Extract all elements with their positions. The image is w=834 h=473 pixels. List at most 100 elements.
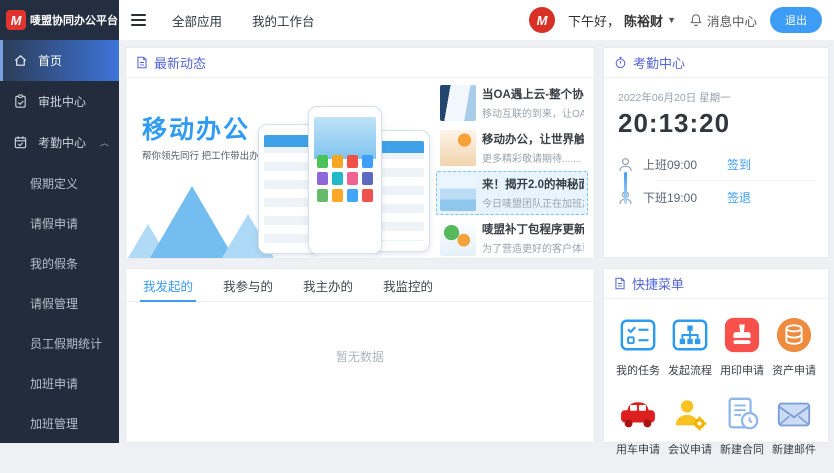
quick-item-label: 新建邮件 [768, 441, 820, 457]
news-thumbnail [440, 175, 476, 211]
sidebar-item-attendance-center[interactable]: 考勤中心 ︿ [0, 122, 119, 163]
greeting-text: 下午好， [568, 11, 620, 30]
sidebar-item-approval-center[interactable]: 审批中心 [0, 81, 119, 122]
message-center-label: 消息中心 [707, 11, 757, 30]
asset-icon [775, 316, 813, 354]
news-thumbnail [440, 85, 476, 121]
quick-item-vehicle-request[interactable]: 用车申请 [612, 394, 664, 457]
logout-button[interactable]: 退出 [770, 7, 822, 33]
document-icon [614, 277, 626, 290]
home-icon [13, 53, 28, 68]
contract-icon [723, 395, 761, 433]
sidebar-item-home[interactable]: 首页 [0, 40, 119, 81]
sidebar-item-label: 考勤中心 [38, 134, 86, 151]
news-thumbnail [440, 130, 476, 166]
tab-monitored-by-me[interactable]: 我监控的 [368, 269, 448, 301]
quick-menu-header: 快捷菜单 [604, 269, 828, 299]
mail-icon [775, 395, 813, 433]
news-item[interactable]: 移动办公，让世界触手可更多精彩敬请期待....... [436, 126, 588, 170]
attendance-panel: 考勤中心 2022年06月20日 星期一 20:13:20 上班09:00 签到… [603, 47, 829, 258]
quick-item-my-tasks[interactable]: 我的任务 [612, 315, 664, 378]
tab-initiated-by-me[interactable]: 我发起的 [128, 269, 208, 301]
user-greeting[interactable]: 下午好，陈裕财 ▼ [568, 11, 676, 30]
avatar[interactable]: M [529, 7, 555, 33]
quick-menu-grid: 我的任务 发起流程 用印申请 资产申请 用车申请 会议申请 [604, 299, 828, 473]
news-desc: 今日唛盟团队正在加班加点， [482, 195, 584, 210]
app-title: 唛盟协同办公平台 [30, 12, 118, 28]
phone-mockup [308, 106, 382, 254]
shift-label: 上班09:00 [643, 156, 697, 173]
sidebar-subitem-holiday-definition[interactable]: 假期定义 [0, 163, 119, 203]
sidebar-subitem-employee-holiday-stats[interactable]: 员工假期统计 [0, 323, 119, 363]
check-in-link[interactable]: 签到 [727, 156, 751, 173]
quick-item-label: 用印申请 [716, 362, 768, 378]
menu-toggle-icon[interactable] [131, 14, 146, 26]
meeting-icon [671, 395, 709, 433]
sidebar-subitem-leave-management[interactable]: 请假管理 [0, 283, 119, 323]
news-item[interactable]: 唛盟补丁包程序更新为了营造更好的客户体验，唛 [436, 216, 588, 260]
sidebar-item-label: 首页 [38, 52, 62, 69]
quick-item-label: 资产申请 [768, 362, 820, 378]
sidebar-subitem-overtime-management[interactable]: 加班管理 [0, 403, 119, 443]
check-out-row: 下班19:00 签退 [618, 182, 816, 212]
approval-icon [13, 94, 28, 109]
phone-mockups [258, 104, 430, 256]
news-title: 当OA遇上云-整个协同OA [482, 86, 584, 102]
quick-item-meeting-request[interactable]: 会议申请 [664, 394, 716, 457]
tasks-tab-row: 我发起的 我参与的 我主办的 我监控的 [126, 269, 594, 302]
sidebar-item-label: 审批中心 [38, 93, 86, 110]
sidebar-subitem-overtime-request[interactable]: 加班申请 [0, 363, 119, 403]
app-grid [313, 155, 377, 251]
person-icon [618, 157, 633, 172]
attendance-clock: 20:13:20 [618, 108, 814, 139]
chevron-down-icon: ▼ [667, 15, 676, 25]
news-banner[interactable]: 移动办公 帮你领先同行 把工作带出办公室 [126, 78, 436, 258]
latest-news-header: 最新动态 [126, 48, 594, 78]
news-desc: 移动互联的到来，让OA与云 [482, 105, 584, 120]
username: 陈裕财 [624, 11, 663, 30]
panel-title: 考勤中心 [633, 53, 685, 72]
tab-hosted-by-me[interactable]: 我主办的 [288, 269, 368, 301]
quick-item-asset-request[interactable]: 资产申请 [768, 315, 820, 378]
nav-my-workbench[interactable]: 我的工作台 [252, 11, 315, 30]
car-icon [619, 398, 657, 430]
sidebar-subitem-leave-request[interactable]: 请假申请 [0, 203, 119, 243]
quick-item-new-mail[interactable]: 新建邮件 [768, 394, 820, 457]
news-list: 当OA遇上云-整个协同OA 移动互联的到来，让OA与云 移动办公，让世界触手可更多… [436, 78, 594, 258]
sidebar-subitem-my-leave-notes[interactable]: 我的假条 [0, 243, 119, 283]
quick-item-seal-request[interactable]: 用印申请 [716, 315, 768, 378]
tab-participated-by-me[interactable]: 我参与的 [208, 269, 288, 301]
document-icon [136, 56, 148, 69]
bell-icon [689, 13, 703, 27]
quick-item-label: 我的任务 [612, 362, 664, 378]
news-title: 唛盟补丁包程序更新 [482, 221, 584, 237]
header-right: M 下午好，陈裕财 ▼ 消息中心 退出 [529, 7, 822, 33]
latest-news-panel: 最新动态 移动办公 帮你领先同行 把工作带出办公室 [125, 47, 595, 259]
check-in-row: 上班09:00 签到 [618, 149, 816, 179]
check-out-link[interactable]: 签退 [727, 189, 751, 206]
attendance-rows: 上班09:00 签到 下班19:00 签退 [618, 149, 816, 212]
shift-label: 下班19:00 [643, 189, 697, 206]
quick-item-new-contract[interactable]: 新建合同 [716, 394, 768, 457]
quick-item-label: 会议申请 [664, 441, 716, 457]
news-body: 移动办公 帮你领先同行 把工作带出办公室 当OA遇上云-整个协同O [126, 78, 594, 258]
attendance-date: 2022年06月20日 星期一 [618, 90, 814, 105]
news-desc: 更多精彩敬请期待....... [482, 150, 584, 165]
brand: M 唛盟协同办公平台 [0, 0, 119, 40]
message-center[interactable]: 消息中心 [689, 11, 757, 30]
news-thumbnail [440, 220, 476, 256]
panel-title: 快捷菜单 [632, 274, 684, 293]
attendance-header: 考勤中心 [604, 48, 828, 78]
my-tasks-panel: 我发起的 我参与的 我主办的 我监控的 暂无数据 [125, 268, 595, 443]
news-desc: 为了营造更好的客户体验，唛 [482, 240, 584, 255]
timeline-connector [624, 172, 627, 204]
divider [658, 180, 816, 181]
news-item-selected[interactable]: 来！揭开2.0的神秘面纱- 今日唛盟团队正在加班加点， [436, 171, 588, 215]
header-nav: 全部应用 我的工作台 [172, 11, 315, 30]
nav-all-apps[interactable]: 全部应用 [172, 11, 222, 30]
news-title: 来！揭开2.0的神秘面纱- [482, 176, 584, 192]
news-item[interactable]: 当OA遇上云-整个协同OA 移动互联的到来，让OA与云 [436, 81, 588, 125]
sidebar: 首页 审批中心 考勤中心 ︿ 假期定义 请假申请 我的假条 请假管理 员工假期统… [0, 40, 119, 443]
empty-state-text: 暂无数据 [126, 302, 594, 365]
quick-item-start-flow[interactable]: 发起流程 [664, 315, 716, 378]
